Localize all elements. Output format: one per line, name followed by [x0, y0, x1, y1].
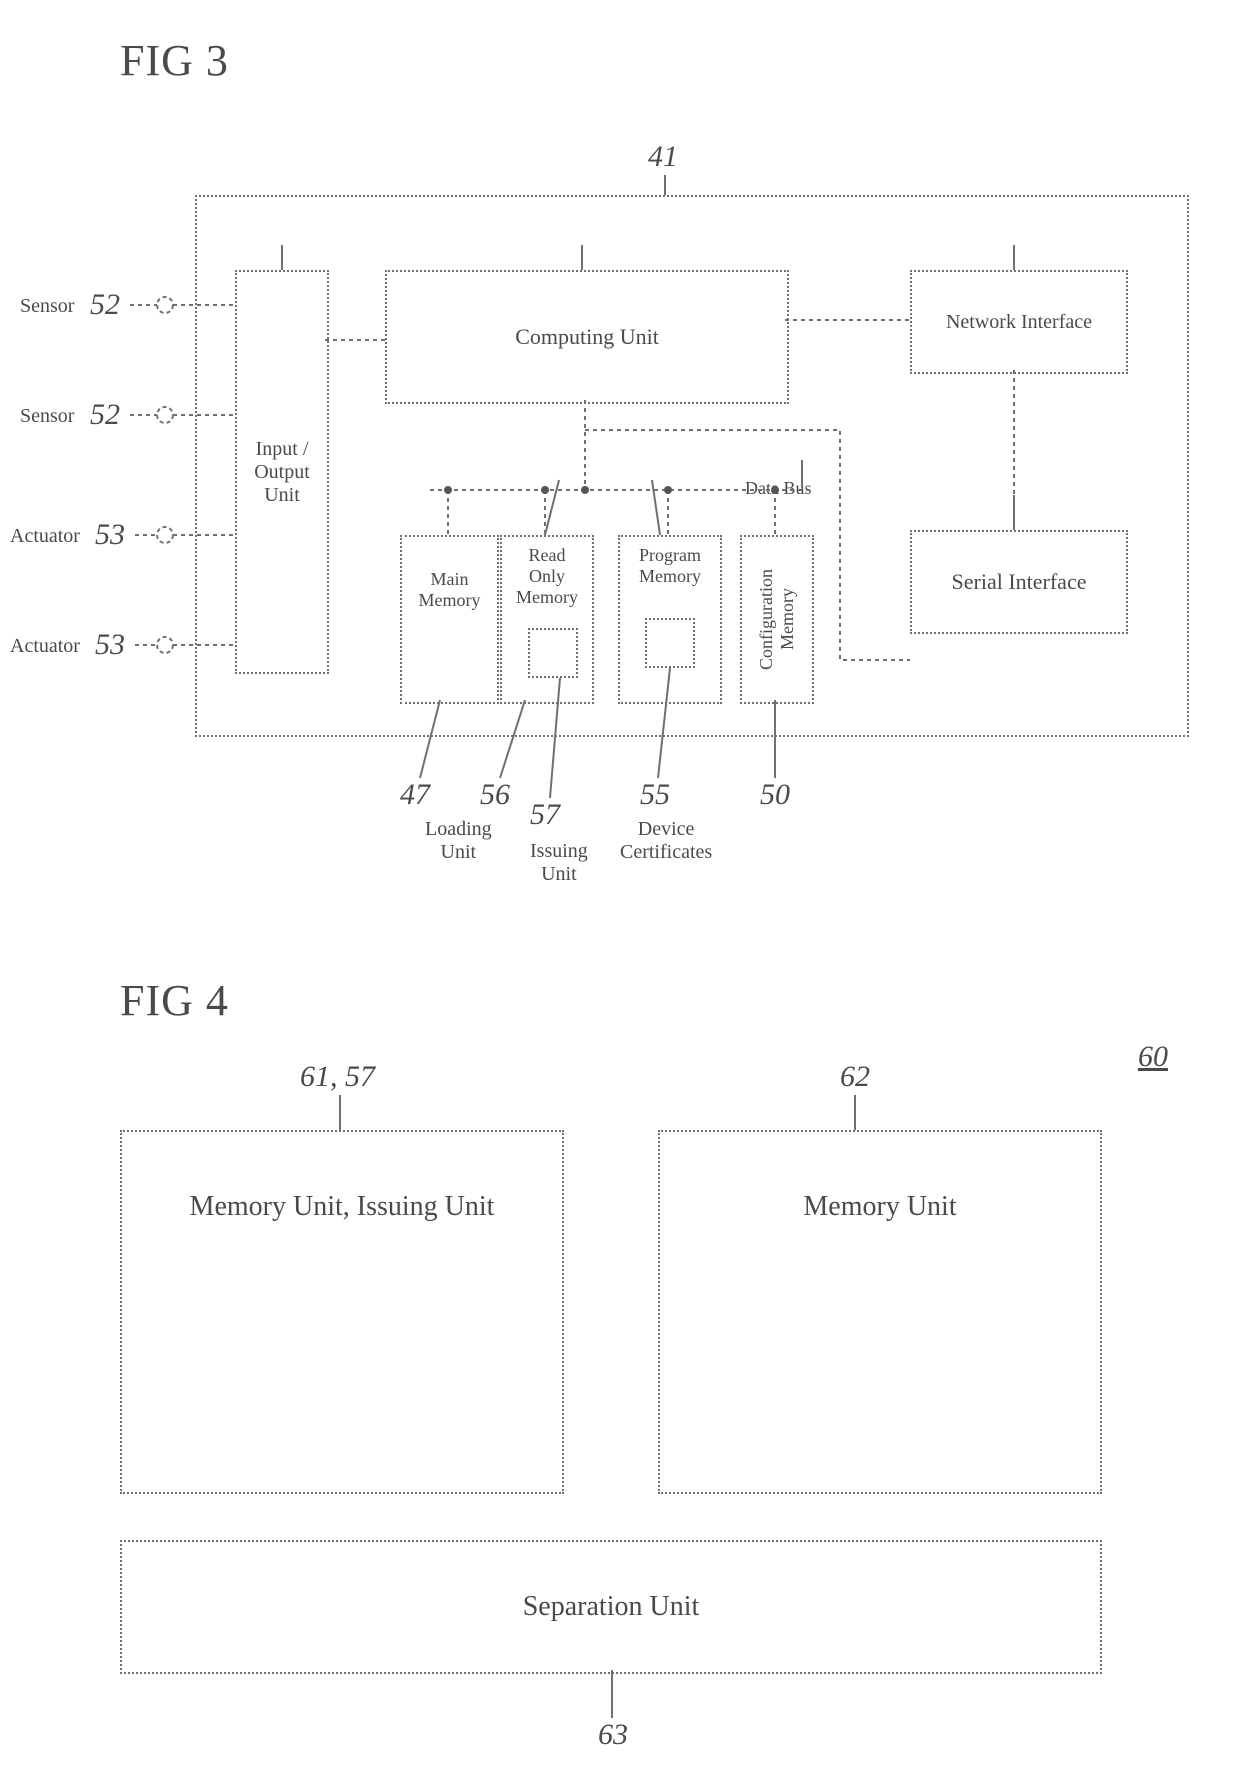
network-interface-box: Network Interface [910, 270, 1128, 374]
ref-52a: 52 [90, 288, 120, 322]
main-memory-label: Main Memory [415, 565, 485, 615]
computing-unit-box: Computing Unit [385, 270, 789, 404]
io-unit-box: Input / Output Unit [235, 270, 329, 674]
config-memory-box: Configuration Memory [740, 535, 814, 704]
memory-issuing-label: Memory Unit, Issuing Unit [186, 1187, 499, 1227]
ref-53b: 53 [95, 628, 125, 662]
ref-62: 62 [840, 1060, 870, 1094]
actuator-label-2: Actuator [10, 635, 80, 658]
ref-55: 55 [640, 778, 670, 812]
serial-interface-box: Serial Interface [910, 530, 1128, 634]
main-memory-box: Main Memory [400, 535, 499, 704]
serial-interface-label: Serial Interface [948, 565, 1091, 599]
memory-unit-box: Memory Unit [658, 1130, 1102, 1494]
rom-label: Read Only Memory [512, 541, 582, 612]
ref-41: 41 [648, 140, 678, 174]
ref-57: 57 [530, 798, 560, 832]
ref-61-57: 61, 57 [300, 1060, 375, 1094]
rom-inner-box [528, 628, 578, 678]
data-bus-label: Data Bus [745, 478, 812, 499]
separation-unit-box: Separation Unit [120, 1540, 1102, 1674]
ref-52b: 52 [90, 398, 120, 432]
actuator-label-1: Actuator [10, 525, 80, 548]
loading-unit-label: Loading Unit [425, 818, 492, 864]
memory-issuing-box: Memory Unit, Issuing Unit [120, 1130, 564, 1494]
fig3-title: FIG 3 [120, 35, 229, 86]
ref-56: 56 [480, 778, 510, 812]
ref-50: 50 [760, 778, 790, 812]
fig4-title: FIG 4 [120, 975, 229, 1026]
separation-unit-label: Separation Unit [519, 1587, 704, 1627]
io-unit-label: Input / Output Unit [250, 434, 314, 511]
device-cert-label: Device Certificates [620, 818, 712, 864]
ref-63: 63 [598, 1718, 628, 1752]
program-memory-label: Program Memory [635, 541, 705, 591]
rom-box: Read Only Memory [500, 535, 594, 704]
ref-60: 60 [1138, 1040, 1168, 1074]
memory-unit-label: Memory Unit [799, 1187, 960, 1227]
program-inner-box [645, 618, 695, 668]
sensor-label-1: Sensor [20, 295, 74, 318]
computing-unit-label: Computing Unit [511, 320, 663, 354]
issuing-unit-label: Issuing Unit [530, 840, 588, 886]
config-memory-label: Configuration Memory [752, 565, 802, 674]
ref-53a: 53 [95, 518, 125, 552]
network-interface-label: Network Interface [942, 307, 1096, 338]
sensor-label-2: Sensor [20, 405, 74, 428]
ref-47: 47 [400, 778, 430, 812]
